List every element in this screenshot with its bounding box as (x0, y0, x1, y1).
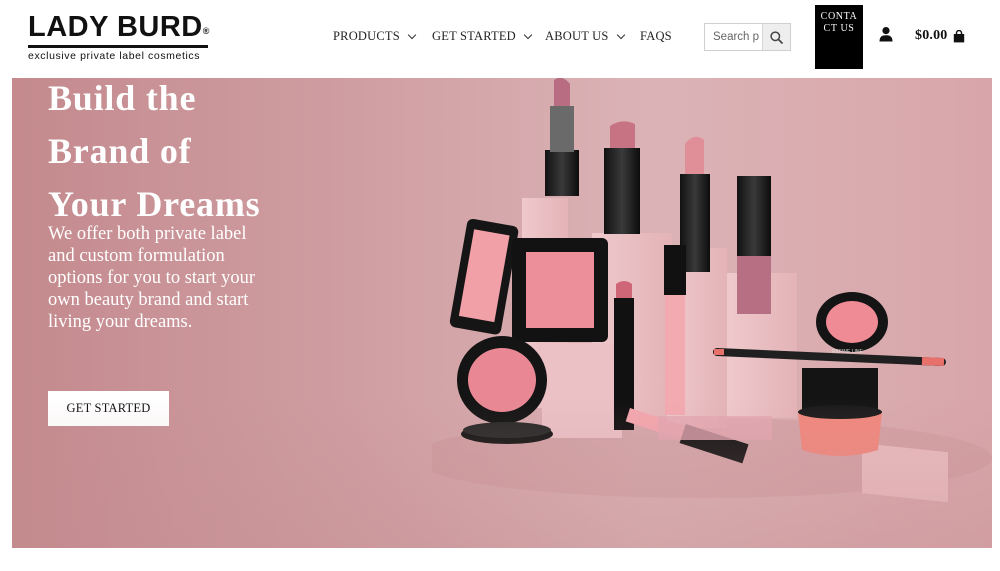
nav-item-label: PRODUCTS (333, 29, 400, 43)
hero-banner: REFINE LINE Build the Brand of Your Drea… (12, 78, 992, 548)
hero-subcopy: We offer both private label and custom f… (48, 224, 256, 332)
cosmetics-product-image: REFINE LINE (432, 78, 992, 503)
search-icon (770, 30, 783, 44)
site-logo[interactable]: LADY BURD® exclusive private label cosme… (28, 12, 210, 62)
search-input[interactable] (705, 24, 763, 50)
nav-item-products[interactable]: PRODUCTS (333, 29, 417, 44)
nav-item-label: GET STARTED (432, 29, 516, 43)
logo-title: LADY BURD® (28, 11, 210, 43)
chevron-down-icon (616, 30, 625, 39)
cart-total: $0.00 (915, 28, 948, 43)
shopping-bag-icon (953, 29, 964, 42)
nav-item-label: ABOUT US (545, 29, 609, 43)
site-header: LADY BURD® exclusive private label cosme… (0, 0, 1000, 78)
contact-us-button[interactable]: CONTACT US (815, 5, 863, 69)
headline-line: Brand of (48, 131, 192, 171)
cart-button[interactable]: $0.00 (915, 28, 965, 44)
account-button[interactable] (878, 26, 894, 42)
page-bottom-strip (0, 548, 1000, 571)
nav-item-faqs[interactable]: FAQS (640, 29, 672, 44)
get-started-button[interactable]: GET STARTED (48, 391, 169, 426)
nav-item-label: FAQS (640, 29, 672, 43)
nav-item-about-us[interactable]: ABOUT US (545, 29, 625, 44)
chevron-down-icon (523, 30, 533, 39)
hero-headline: Build the Brand of Your Dreams (48, 78, 348, 231)
logo-tagline: exclusive private label cosmetics (28, 50, 201, 62)
logo-underline (28, 45, 208, 48)
search-button[interactable] (762, 24, 790, 50)
chevron-down-icon (407, 30, 417, 39)
search-form (704, 23, 791, 51)
liner-label: REFINE LINE (832, 349, 864, 355)
user-icon (879, 27, 893, 42)
headline-line: Build the (48, 78, 197, 118)
nav-item-get-started[interactable]: GET STARTED (432, 29, 533, 44)
